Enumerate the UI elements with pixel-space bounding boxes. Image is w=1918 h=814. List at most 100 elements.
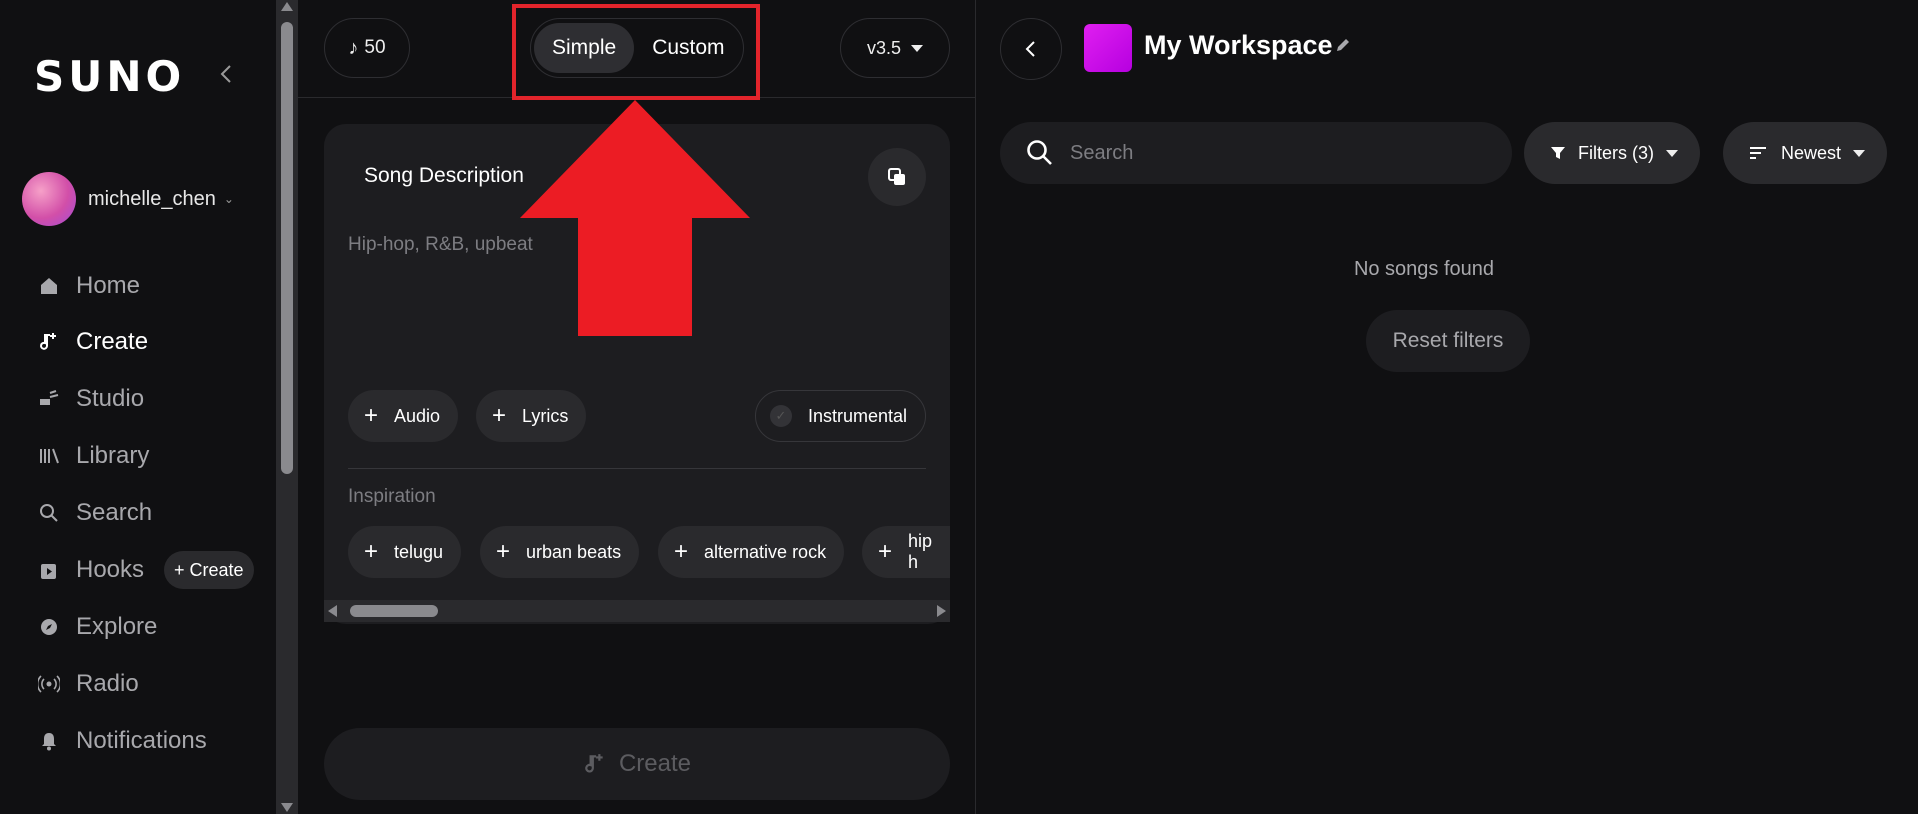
credits-count: 50 [364, 37, 386, 58]
studio-icon [36, 387, 62, 411]
sort-label: Newest [1781, 142, 1842, 163]
nav-notifications[interactable]: Notifications [36, 724, 207, 758]
create-topbar: ♪ 50 Simple Custom v3.5 [298, 0, 976, 100]
empty-state-text: No songs found [1353, 258, 1495, 280]
plus-icon: + [878, 538, 893, 565]
plus-icon: + [364, 402, 379, 429]
version-label: v3.5 [866, 37, 902, 58]
scroll-right-arrow[interactable] [937, 605, 946, 617]
sidebar: SUNO michelle_chen ⌄ Home Create Studio … [0, 0, 276, 814]
nav-radio[interactable]: Radio [36, 667, 139, 701]
song-description-input[interactable]: Hip-hop, R&B, upbeat [348, 234, 533, 256]
search-icon [1027, 140, 1052, 165]
nav-label: Search [76, 499, 153, 526]
workspace-thumbnail [1084, 24, 1132, 72]
nav-search[interactable]: Search [36, 496, 152, 530]
chevron-left-icon [1025, 41, 1035, 57]
add-audio-button[interactable]: + Audio [348, 390, 459, 442]
instrumental-toggle[interactable]: ✓ Instrumental [754, 390, 926, 442]
chip-label: urban beats [526, 541, 622, 562]
caret-down-icon [1853, 149, 1866, 157]
scrollbar-thumb[interactable] [281, 22, 293, 474]
divider [348, 468, 926, 469]
workspace-panel: My Workspace Filters (3) Newest No songs… [976, 0, 1918, 814]
chip-label: hip h [908, 531, 933, 572]
credits-badge[interactable]: ♪ 50 [324, 18, 410, 78]
home-icon [36, 274, 62, 298]
user-menu[interactable]: michelle_chen ⌄ [22, 172, 234, 226]
inspiration-chip[interactable]: + hip h [862, 526, 950, 578]
workspace-title: My Workspace [1144, 30, 1333, 60]
caret-down-icon [911, 44, 924, 52]
plus-icon: + [674, 538, 689, 565]
plus-icon: + [364, 538, 379, 565]
dice-icon [888, 168, 905, 185]
chip-label: alternative rock [704, 541, 827, 562]
reset-filters-button[interactable]: Reset filters [1366, 310, 1530, 372]
sort-icon [1750, 147, 1766, 159]
filters-label: Filters (3) [1578, 142, 1654, 163]
nav-home[interactable]: Home [36, 269, 140, 303]
song-description-title: Song Description [364, 164, 524, 187]
nav-label: Library [76, 442, 150, 469]
nav-label: Radio [76, 670, 139, 697]
back-button[interactable] [1000, 18, 1062, 80]
chip-label: telugu [394, 541, 444, 562]
hooks-icon [36, 558, 62, 582]
bell-icon [36, 729, 62, 753]
inspiration-chip[interactable]: + urban beats [480, 526, 640, 578]
workspace-search [1000, 122, 1512, 184]
inspiration-chip[interactable]: + telugu [348, 526, 462, 578]
music-note-icon: ♪ [348, 36, 359, 59]
chevron-down-icon: ⌄ [223, 192, 234, 206]
explore-icon [36, 615, 62, 639]
nav-studio[interactable]: Studio [36, 382, 144, 416]
scroll-left-arrow[interactable] [328, 605, 337, 617]
horizontal-scrollbar[interactable] [324, 600, 950, 622]
pencil-icon[interactable] [1334, 36, 1352, 59]
library-icon [36, 444, 62, 468]
create-song-button[interactable]: Create [324, 728, 950, 800]
highlight-box [512, 4, 760, 100]
suno-logo[interactable]: SUNO [34, 52, 185, 101]
nav-label: Home [76, 272, 141, 299]
avatar [22, 172, 76, 226]
chip-label: Lyrics [522, 405, 569, 426]
filter-icon [1551, 147, 1565, 159]
nav-library[interactable]: Library [36, 439, 149, 473]
sidebar-scrollbar[interactable] [276, 0, 298, 814]
caret-down-icon [1666, 149, 1678, 157]
nav-label: Explore [76, 613, 158, 640]
chip-label: Audio [394, 405, 441, 426]
nav-hooks[interactable]: Hooks [36, 553, 144, 587]
create-icon [36, 330, 62, 354]
scroll-up-arrow[interactable] [281, 2, 293, 11]
random-dice-button[interactable] [868, 148, 926, 206]
collapse-sidebar-icon[interactable] [216, 62, 236, 86]
radio-icon [36, 672, 62, 696]
search-input[interactable] [1070, 141, 1470, 165]
filters-button[interactable]: Filters (3) [1524, 122, 1700, 184]
create-label: Create [618, 750, 692, 777]
nav-label: Create [76, 328, 149, 355]
version-dropdown[interactable]: v3.5 [840, 18, 950, 78]
create-icon [585, 754, 603, 773]
nav-label: Hooks [76, 556, 145, 583]
inspiration-chip[interactable]: + alternative rock [658, 526, 845, 578]
hooks-create-button[interactable]: + Create [164, 551, 254, 589]
nav-create[interactable]: Create [36, 325, 148, 359]
username: michelle_chen [88, 187, 216, 210]
scroll-down-arrow[interactable] [281, 803, 293, 812]
nav-label: Studio [76, 385, 145, 412]
nav-explore[interactable]: Explore [36, 610, 157, 644]
inspiration-label: Inspiration [348, 486, 436, 507]
instrumental-label: Instrumental [807, 405, 907, 426]
sort-button[interactable]: Newest [1723, 122, 1888, 184]
check-icon: ✓ [769, 405, 792, 427]
plus-icon: + [496, 538, 511, 565]
scrollbar-thumb[interactable] [350, 605, 438, 617]
search-icon [36, 501, 62, 525]
nav-label: Notifications [76, 727, 207, 754]
plus-icon: + [492, 402, 507, 429]
add-lyrics-button[interactable]: + Lyrics [476, 390, 587, 442]
